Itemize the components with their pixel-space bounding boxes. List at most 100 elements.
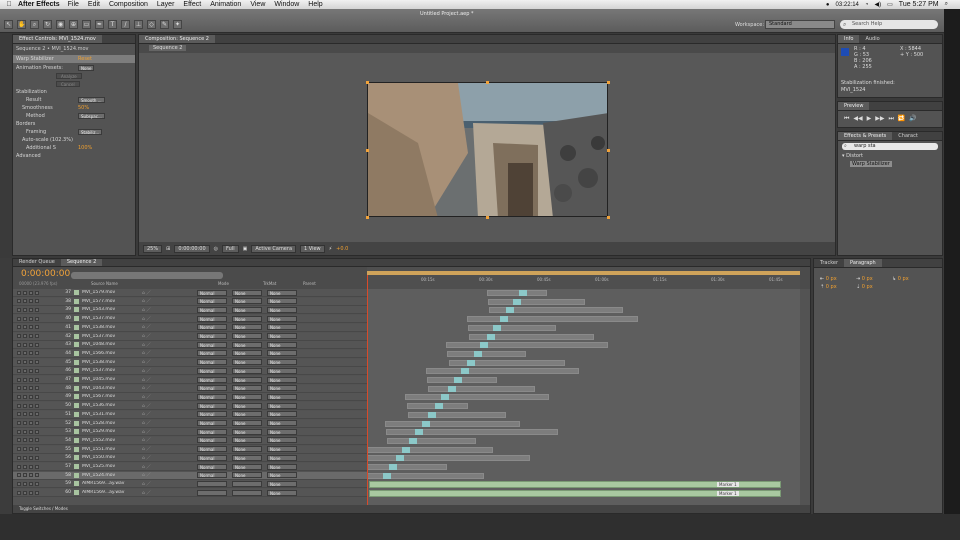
menu-effect[interactable]: Effect [183,1,201,8]
layer-name[interactable]: MVI_1550.mov [82,455,142,460]
fast-preview-icon[interactable]: ⚡ [329,246,333,252]
app-menu[interactable]: After Effects [18,1,60,8]
layer-name[interactable]: MVI_1524.mov [82,473,142,478]
trkmat-select[interactable]: None [232,350,262,357]
layer-bar[interactable] [446,342,609,349]
transform-handle[interactable] [486,216,489,219]
tree-category-distort[interactable]: ▾ Distort [842,152,942,160]
menu-composition[interactable]: Composition [109,1,148,8]
trkmat-select[interactable] [232,489,262,496]
region-icon[interactable]: ▣ [243,246,248,252]
parent-select[interactable]: None [267,428,297,435]
clone-tool-icon[interactable]: ⊥ [134,20,143,29]
parent-select[interactable]: None [267,315,297,322]
tab-audio[interactable]: Audio [859,35,885,43]
label-color-icon[interactable] [74,429,79,435]
trkmat-select[interactable]: None [232,359,262,366]
layer-bar[interactable] [487,290,547,296]
layer-controls-icon[interactable]: ⌂ ／ [142,429,197,435]
animation-presets-select[interactable]: None [78,65,95,71]
layer-marker[interactable]: Marker 1 [717,491,739,497]
layer-name[interactable]: MVI_1551.mov [82,447,142,452]
tab-preview[interactable]: Preview [838,102,870,110]
layer-controls-icon[interactable]: ⌂ ／ [142,359,197,365]
trkmat-select[interactable]: None [232,367,262,374]
layer-marker[interactable]: Marker 1 [717,482,739,488]
parent-select[interactable]: None [267,367,297,374]
layer-bar[interactable] [428,385,536,392]
layer-bar[interactable] [367,464,447,470]
label-color-icon[interactable] [74,359,79,365]
tab-effects-presets[interactable]: Effects & Presets [838,132,893,140]
effect-header-row[interactable]: Warp Stabilizer Reset [13,55,135,63]
table-row[interactable]: 44 MVI_1566.mov ⌂ ／ Normal None None [13,349,367,358]
layer-switches[interactable] [13,490,61,495]
trkmat-select[interactable]: None [232,315,262,322]
grid-icon[interactable]: ⊞ [166,246,170,252]
layer-switches[interactable] [13,421,61,425]
record-icon[interactable]: ● [826,2,830,8]
label-color-icon[interactable] [74,394,79,400]
indent-right-field[interactable]: ⇥ 0 px [856,276,890,282]
tab-info[interactable]: Info [838,35,860,43]
tab-effect-controls[interactable]: Effect Controls: MVI_1524.mov [13,35,102,43]
mode-select[interactable]: Normal [197,315,227,322]
parent-select[interactable]: None [267,376,297,383]
trkmat-select[interactable]: None [232,385,262,392]
brush-tool-icon[interactable]: / [121,20,130,29]
trkmat-select[interactable]: None [232,472,262,479]
parent-select[interactable]: None [267,480,297,487]
layer-bar[interactable] [448,359,565,366]
work-area-bar[interactable] [367,271,800,275]
menu-window[interactable]: Window [274,1,299,8]
mode-select[interactable]: Normal [197,341,227,348]
label-color-icon[interactable] [74,411,79,417]
layer-controls-icon[interactable]: ⌂ ／ [142,403,197,409]
camera-select[interactable]: Active Camera [251,244,297,253]
layer-controls-icon[interactable]: ⌂ ／ [142,394,197,400]
layer-switches[interactable] [13,386,61,391]
menu-view[interactable]: View [250,1,265,8]
menu-file[interactable]: File [68,1,79,8]
first-line-field[interactable]: ↳ 0 px [892,276,926,282]
layer-name[interactable]: MVI_1577.mov [82,299,142,304]
search-help-input[interactable]: ⌕ Search Help [840,20,938,29]
label-color-icon[interactable] [74,324,79,330]
mode-select[interactable]: Normal [197,428,227,435]
parent-select[interactable]: None [267,341,297,348]
layer-controls-icon[interactable]: ⌂ ／ [142,455,197,461]
timeline-search-input[interactable] [71,272,223,279]
workspace-select[interactable]: Standard [765,20,835,29]
trkmat-select[interactable]: None [232,428,262,435]
transform-handle[interactable] [486,81,489,84]
layer-name[interactable]: MVI_1552.mov [82,438,142,443]
previous-frame-icon[interactable]: ◀◀ [853,115,862,123]
layer-bar[interactable] [466,316,638,323]
trkmat-select[interactable]: None [232,393,262,400]
layer-bar[interactable] [488,298,586,305]
layer-switches[interactable] [13,438,61,443]
layer-name[interactable]: MVI_1525.mov [82,464,142,469]
label-color-icon[interactable] [74,403,79,409]
resolution-select[interactable]: Full [222,244,239,253]
parent-select[interactable]: None [267,489,297,496]
layer-switches[interactable] [13,464,61,469]
roto-brush-tool-icon[interactable]: ✎ [160,20,169,29]
mode-select[interactable] [197,480,227,487]
layer-switches[interactable] [13,473,61,478]
snapshot-icon[interactable]: ◎ [214,246,218,252]
stabilization-group[interactable]: Stabilization [13,88,135,96]
last-frame-icon[interactable]: ⏭ [889,115,894,123]
layer-switches[interactable] [13,368,61,373]
tree-item-warp-stabilizer[interactable]: Warp Stabilizer [842,160,942,168]
mute-icon[interactable]: 🔊 [909,115,916,123]
label-color-icon[interactable] [74,316,79,322]
layer-name[interactable]: MVI_1543.mov [82,307,142,312]
layer-controls-icon[interactable]: ⌂ ／ [142,464,197,470]
transform-handle[interactable] [607,81,610,84]
label-color-icon[interactable] [74,307,79,313]
layer-controls-icon[interactable]: ⌂ ／ [142,324,197,330]
label-color-icon[interactable] [74,333,79,339]
parent-select[interactable]: None [267,350,297,357]
table-row[interactable]: 39 MVI_1543.mov ⌂ ／ Normal None None [13,306,367,315]
